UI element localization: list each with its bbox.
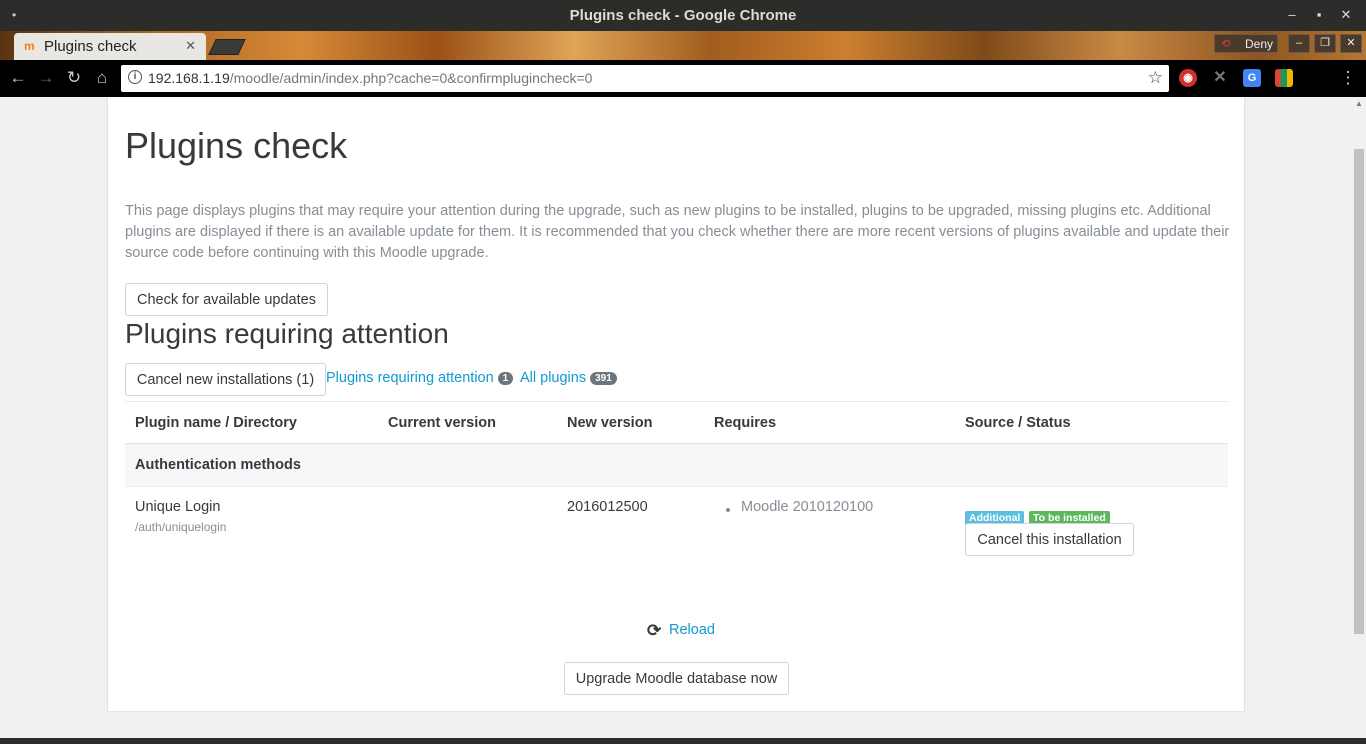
- window-titlebar: • Plugins check - Google Chrome – ▪ ✕: [0, 0, 1366, 31]
- group-row: Authentication methods: [125, 444, 1228, 487]
- url-path: /moodle/admin/index.php?cache=0&confirmp…: [229, 70, 593, 86]
- chrome-menu-icon[interactable]: ⋮: [1338, 68, 1358, 88]
- header-source-status: Source / Status: [965, 415, 1071, 431]
- refresh-icon: ⟳: [647, 621, 662, 640]
- check-updates-button[interactable]: Check for available updates: [125, 283, 328, 316]
- deny-button[interactable]: ⟲ Deny: [1214, 34, 1278, 53]
- address-bar[interactable]: i 192.168.1.19/moodle/admin/index.php?ca…: [121, 65, 1169, 92]
- cancel-new-installations-button[interactable]: Cancel new installations (1): [125, 363, 326, 396]
- site-info-icon[interactable]: i: [128, 70, 142, 84]
- back-arrow-icon[interactable]: ←: [8, 68, 28, 88]
- plugin-new-version: 2016012500: [567, 499, 648, 515]
- main-content-card: Plugins check This page displays plugins…: [107, 97, 1245, 712]
- reload-link[interactable]: Reload: [669, 622, 715, 638]
- forward-arrow-icon[interactable]: →: [36, 68, 56, 88]
- tab-title: Plugins check: [44, 38, 137, 55]
- moodle-favicon-icon: m: [24, 39, 35, 53]
- header-plugin-name: Plugin name / Directory: [135, 415, 297, 431]
- filter-all-link[interactable]: All plugins 391: [520, 370, 617, 386]
- bottom-edge: [0, 738, 1366, 744]
- chrome-close-icon[interactable]: ✕: [1340, 34, 1362, 53]
- reload-page-icon[interactable]: ↻: [64, 68, 84, 88]
- scrollbar-thumb[interactable]: [1354, 149, 1364, 634]
- tab-plugins-check[interactable]: m Plugins check ✕: [14, 33, 206, 60]
- section-title: Plugins requiring attention: [125, 318, 449, 349]
- cancel-this-installation-button[interactable]: Cancel this installation: [965, 523, 1134, 556]
- table-header: Plugin name / Directory Current version …: [125, 401, 1228, 444]
- filter-all-count: 391: [590, 372, 617, 385]
- deny-label: Deny: [1245, 37, 1274, 51]
- page-title: Plugins check: [125, 125, 348, 166]
- browser-toolbar: ← → ↻ ⌂ i 192.168.1.19/moodle/admin/inde…: [0, 60, 1366, 97]
- header-new-version: New version: [567, 415, 653, 431]
- ublock-extension-icon[interactable]: ◉: [1179, 69, 1197, 87]
- plugin-name: Unique Login: [135, 499, 221, 515]
- filter-all-label: All plugins: [520, 370, 587, 386]
- filter-attention-label: Plugins requiring attention: [326, 370, 494, 386]
- header-requires: Requires: [714, 415, 777, 431]
- x-extension-icon[interactable]: ✕: [1211, 69, 1229, 87]
- url-host: 192.168.1.19: [148, 70, 230, 86]
- page-scrollbar[interactable]: ▲: [1352, 97, 1366, 738]
- new-tab-button[interactable]: [208, 39, 246, 55]
- page-intro: This page displays plugins that may requ…: [125, 203, 1230, 261]
- translate-extension-icon[interactable]: G: [1243, 69, 1261, 87]
- bookmark-star-icon[interactable]: ☆: [1148, 68, 1163, 88]
- close-window-icon[interactable]: ✕: [1336, 5, 1356, 25]
- filter-attention-link[interactable]: Plugins requiring attention 1: [326, 370, 514, 386]
- window-title: Plugins check - Google Chrome: [569, 7, 797, 24]
- tab-close-icon[interactable]: ✕: [185, 38, 196, 54]
- chrome-minimize-icon[interactable]: –: [1288, 34, 1310, 53]
- chrome-restore-icon[interactable]: ❐: [1314, 34, 1336, 53]
- plugin-requires: Moodle 2010120100: [741, 499, 874, 515]
- scroll-up-icon[interactable]: ▲: [1355, 99, 1363, 108]
- upgrade-database-button[interactable]: Upgrade Moodle database now: [564, 662, 789, 695]
- tab-strip: m Plugins check ✕ ⟲ Deny – ❐ ✕: [0, 31, 1366, 60]
- page-viewport: Plugins check This page displays plugins…: [0, 97, 1352, 738]
- home-icon[interactable]: ⌂: [92, 68, 112, 88]
- maximize-icon[interactable]: ▪: [1309, 5, 1329, 25]
- plugin-directory: /auth/uniquelogin: [135, 520, 227, 534]
- requires-bullet: [726, 508, 730, 512]
- filter-attention-count: 1: [497, 372, 514, 385]
- chrome-extension-icon[interactable]: [1275, 69, 1293, 87]
- group-title: Authentication methods: [135, 457, 301, 473]
- deny-icon: ⟲: [1221, 38, 1231, 50]
- header-current-version: Current version: [388, 415, 496, 431]
- minimize-icon[interactable]: –: [1282, 5, 1302, 25]
- url-text[interactable]: 192.168.1.19/moodle/admin/index.php?cach…: [148, 70, 592, 86]
